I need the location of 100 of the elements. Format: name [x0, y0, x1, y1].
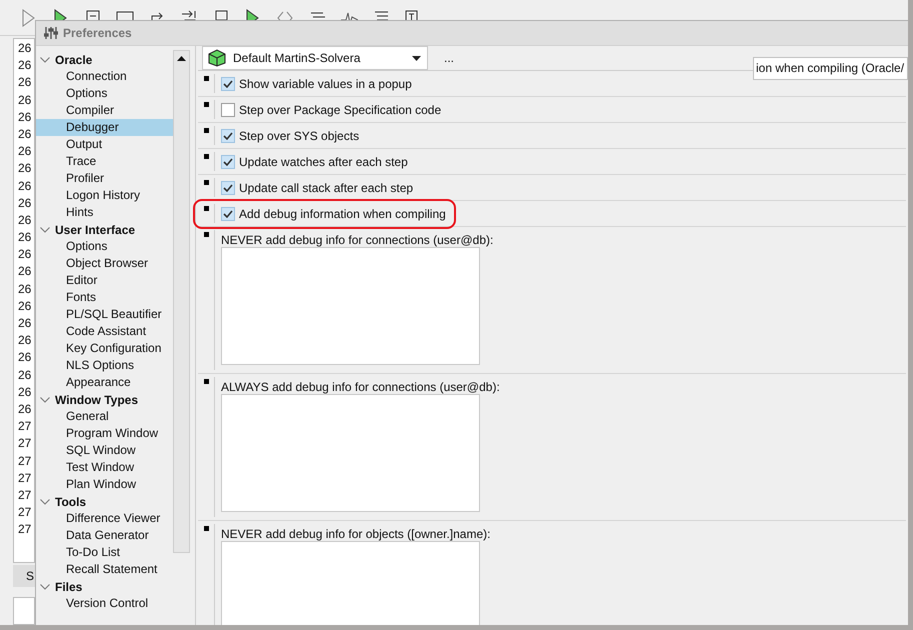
tree-group[interactable]: Window Types: [55, 390, 138, 408]
bullet-marker: [204, 154, 209, 159]
tree-item[interactable]: NLS Options: [36, 357, 173, 374]
profile-dropdown[interactable]: Default MartinS-Solvera: [202, 46, 428, 70]
tree-item[interactable]: Program Window: [36, 425, 173, 442]
description-field[interactable]: ion when compiling (Oracle/: [753, 57, 908, 80]
tree-group[interactable]: User Interface: [55, 220, 136, 238]
line-number: 26: [18, 280, 32, 298]
bullet-marker: [204, 128, 209, 133]
line-number: 27: [18, 418, 32, 436]
tree-item[interactable]: Object Browser: [36, 255, 173, 272]
line-number: 26: [18, 246, 32, 264]
tree-item[interactable]: Connection: [36, 68, 173, 85]
list-label: ALWAYS add debug info for connections (user@db):: [221, 379, 500, 394]
checkbox[interactable]: [221, 154, 235, 168]
scrollbar[interactable]: [173, 50, 190, 553]
line-number: 26: [18, 160, 32, 178]
tree-item[interactable]: Difference Viewer: [36, 510, 173, 527]
tree-item[interactable]: Appearance: [36, 374, 173, 391]
chevron-down-icon[interactable]: [40, 584, 50, 590]
chevron-down-icon[interactable]: [40, 396, 50, 402]
line-number: 26: [18, 57, 32, 74]
tree-item[interactable]: Editor: [36, 272, 173, 289]
checkbox[interactable]: [221, 76, 235, 90]
scroll-up-icon[interactable]: [177, 56, 186, 61]
bullet-marker: [204, 102, 209, 107]
line-number: 26: [18, 400, 32, 418]
list-field[interactable]: [221, 394, 480, 512]
tree-item[interactable]: Recall Statement: [36, 561, 173, 578]
checkbox-label[interactable]: Show variable values in a popup: [239, 74, 412, 92]
tree-item[interactable]: SQL Window: [36, 442, 173, 459]
tree-item[interactable]: Version Control: [36, 595, 173, 612]
checkbox-label[interactable]: Update call stack after each step: [239, 178, 414, 196]
check-icon: [223, 210, 233, 218]
line-number: 26: [18, 229, 32, 246]
checkbox[interactable]: [221, 180, 235, 194]
checkbox[interactable]: [221, 128, 235, 142]
checkbox[interactable]: [221, 102, 235, 116]
tree-item[interactable]: PL/SQL Beautifier: [36, 306, 173, 323]
bullet-marker: [204, 76, 209, 81]
line-number: 26: [18, 212, 32, 229]
tree-item[interactable]: Hints: [36, 204, 173, 221]
tree-item[interactable]: Compiler: [36, 102, 173, 119]
line-number: 26: [18, 40, 32, 57]
chevron-down-icon[interactable]: [40, 226, 50, 232]
list-field[interactable]: [221, 541, 480, 625]
line-number: 27: [18, 486, 32, 504]
dialog-title: Preferences: [63, 25, 132, 42]
line-number: 27: [18, 521, 32, 538]
line-number: 27: [18, 452, 32, 470]
line-number: 26: [18, 349, 32, 366]
tree-item[interactable]: Fonts: [36, 289, 173, 306]
tree-item[interactable]: Profiler: [36, 170, 173, 187]
tree-item[interactable]: Options: [36, 238, 173, 255]
line-number: 26: [18, 315, 32, 332]
chevron-down-icon[interactable]: [40, 56, 50, 62]
bullet-marker: [204, 180, 209, 185]
tree-item[interactable]: Logon History: [36, 187, 173, 204]
tree-item[interactable]: Test Window: [36, 459, 173, 476]
checkbox[interactable]: [221, 206, 235, 220]
tree-item[interactable]: Trace: [36, 153, 173, 170]
more-button[interactable]: ...: [442, 49, 456, 67]
tree-item[interactable]: Debugger: [36, 119, 173, 136]
tree-group[interactable]: Files: [55, 578, 82, 596]
line-number: 26: [18, 92, 32, 109]
line-number: 26: [18, 194, 32, 212]
tree-item[interactable]: To-Do List: [36, 544, 173, 561]
bullet-marker: [204, 526, 209, 531]
bullet-marker: [204, 232, 209, 237]
check-icon: [223, 80, 233, 88]
tree-item[interactable]: Plan Window: [36, 476, 173, 493]
line-number: 26: [18, 108, 32, 126]
line-number: 27: [18, 435, 32, 452]
tree-group[interactable]: Oracle: [55, 50, 92, 68]
line-number: 27: [18, 504, 32, 522]
line-number: 26: [18, 332, 32, 350]
line-number: 26: [18, 178, 32, 194]
line-number: 26: [18, 384, 32, 401]
line-number: 26: [18, 263, 32, 280]
tree-item[interactable]: Output: [36, 136, 173, 153]
tree-item[interactable]: Code Assistant: [36, 323, 173, 340]
tree-item[interactable]: Key Configuration: [36, 340, 173, 357]
line-number: 26: [18, 366, 32, 384]
tree-item[interactable]: Data Generator: [36, 527, 173, 544]
package-icon: [207, 49, 227, 67]
list-label: NEVER add debug info for objects ([owner.]name):: [221, 526, 490, 541]
dropdown-arrow-icon[interactable]: [412, 56, 421, 60]
checkbox-label[interactable]: Step over Package Specification code: [239, 100, 442, 118]
chevron-down-icon[interactable]: [40, 498, 50, 504]
checkbox-label[interactable]: Add debug information when compiling: [239, 204, 446, 222]
check-icon: [223, 184, 233, 192]
checkbox-label[interactable]: Update watches after each step: [239, 152, 408, 170]
check-icon: [223, 158, 233, 166]
sliders-icon: [44, 26, 58, 40]
line-number: 26: [18, 143, 32, 160]
tree-item[interactable]: Options: [36, 85, 173, 102]
list-field[interactable]: [221, 247, 480, 365]
tree-item[interactable]: General: [36, 408, 173, 425]
checkbox-label[interactable]: Step over SYS objects: [239, 126, 360, 144]
tree-group[interactable]: Tools: [55, 492, 86, 510]
